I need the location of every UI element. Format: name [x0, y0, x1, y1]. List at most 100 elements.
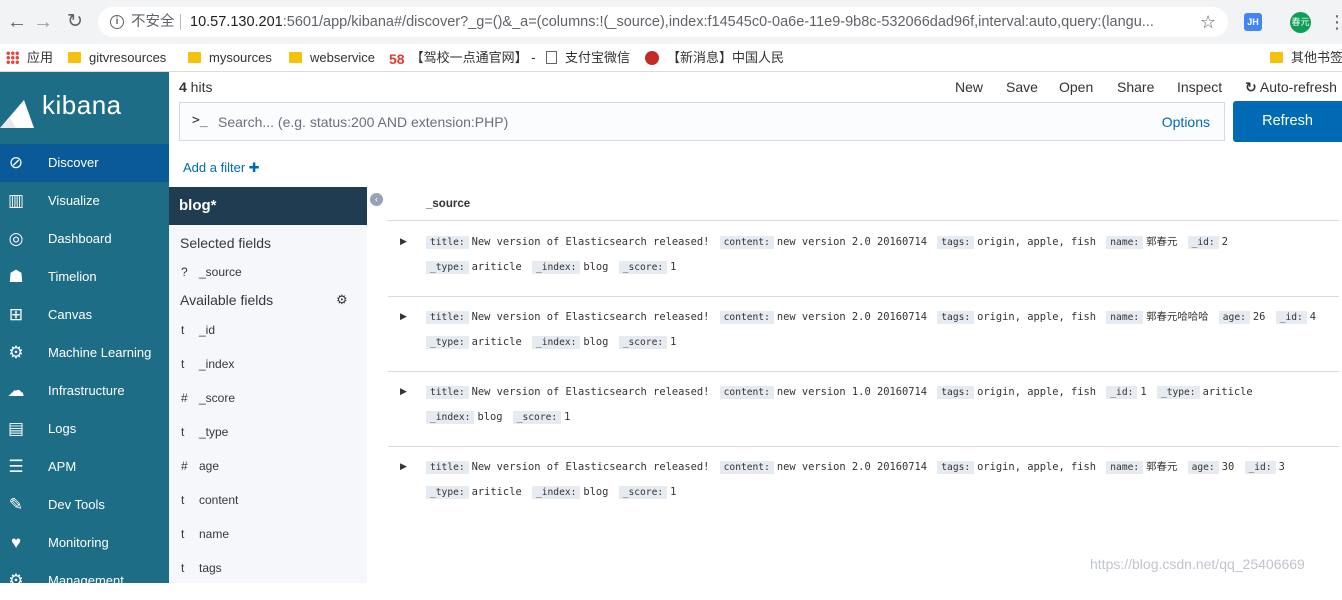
field-item[interactable]: t _type — [181, 425, 228, 439]
field-type-icon: t — [181, 527, 185, 541]
share-button[interactable]: Share — [1117, 79, 1154, 95]
bookmark-gitvresources[interactable]: gitvresources — [68, 49, 166, 67]
bookmark-alipay[interactable]: 支付宝微信 — [546, 49, 630, 67]
source-field-pair: title: New version of Elasticsearch relea… — [426, 461, 709, 474]
hits-label: hits — [186, 79, 213, 95]
source-field-pair: content: new version 1.0 20160714 — [719, 386, 927, 399]
url-text[interactable]: 10.57.130.201:5601/app/kibana#/discover?… — [190, 7, 1190, 37]
reload-icon[interactable]: ↻ — [62, 9, 88, 35]
nav-item-dashboard[interactable]: ◎ Dashboard — [0, 220, 169, 258]
nav-item-machine-learning[interactable]: ⚙ Machine Learning — [0, 334, 169, 372]
kibana-logo[interactable]: kibana — [0, 72, 169, 144]
source-field-pair: age: 30 — [1187, 461, 1234, 474]
source-field-value: 1 — [670, 336, 677, 348]
info-icon[interactable]: i — [110, 15, 124, 29]
bookmark-webservice[interactable]: webservice — [289, 49, 375, 67]
kibana-nav: ⊘ Discover ▥ Visualize ◎ Dashboard ☗ Timelio… — [0, 144, 169, 590]
new-button[interactable]: New — [955, 79, 983, 95]
hits-count: 4 hits — [179, 79, 212, 95]
query-bar[interactable]: >_ Options — [179, 102, 1225, 141]
inspect-button[interactable]: Inspect — [1177, 79, 1222, 95]
nav-item-canvas[interactable]: ⊞ Canvas — [0, 296, 169, 334]
gear-icon[interactable]: ⚙ — [336, 292, 348, 308]
source-field-value: new version 1.0 20160714 — [776, 386, 927, 398]
available-fields-heading: Available fields — [180, 292, 274, 308]
field-item[interactable]: t content — [181, 493, 238, 507]
url-host: 10.57.130.201 — [190, 14, 283, 30]
nav-item-dev-tools[interactable]: ✎ Dev Tools — [0, 486, 169, 524]
auto-refresh-button[interactable]: ↻ Auto-refresh — [1245, 79, 1337, 96]
bookmark-label: gitvresources — [89, 50, 167, 65]
add-filter-link[interactable]: Add a filter ✚ — [183, 160, 260, 176]
expand-row-icon[interactable]: ▶ — [400, 311, 407, 322]
nav-item-discover[interactable]: ⊘ Discover — [0, 144, 169, 182]
field-name: name — [199, 527, 230, 541]
source-field-pair: title: New version of Elasticsearch relea… — [426, 386, 709, 399]
news-site-icon — [645, 50, 659, 65]
nav-item-visualize[interactable]: ▥ Visualize — [0, 182, 169, 220]
source-field-value: ariticle — [1202, 386, 1253, 398]
field-item[interactable]: ? _source — [181, 265, 242, 279]
options-link[interactable]: Options — [1162, 114, 1210, 130]
bookmark-other[interactable]: 其他书签 — [1270, 49, 1342, 67]
source-field-key: title: — [426, 311, 469, 324]
field-name: _type — [199, 425, 229, 439]
source-field-key: _id: — [1275, 311, 1307, 324]
source-field-value: 郭春元 — [1146, 461, 1178, 473]
expand-row-icon[interactable]: ▶ — [400, 236, 407, 247]
source-field-pair: _index: blog — [531, 261, 609, 274]
bookmark-news[interactable]: 【新消息】中国人民 — [645, 49, 784, 67]
bookmark-apps[interactable]: 应用 — [6, 49, 53, 67]
field-name: _id — [199, 323, 216, 337]
expand-row-icon[interactable]: ▶ — [400, 461, 407, 472]
nav-item-label: Discover — [48, 155, 99, 170]
kibana-logo-text: kibana — [42, 90, 122, 120]
folder-icon — [1270, 52, 1283, 64]
bookmark-jiaxiao[interactable]: 58 【驾校一点通官网】 - — [389, 49, 536, 67]
extension-icon[interactable]: JH — [1244, 13, 1262, 31]
search-input[interactable] — [218, 103, 1118, 140]
collapse-sidebar-icon[interactable]: ‹ — [370, 193, 383, 206]
index-pattern-selector[interactable]: blog* — [169, 187, 367, 225]
source-field-value: blog — [583, 261, 609, 273]
bookmark-star-icon[interactable]: ☆ — [1200, 8, 1216, 36]
source-field-key: _type: — [1156, 386, 1200, 399]
nav-item-apm[interactable]: ☰ APM — [0, 448, 169, 486]
field-item[interactable]: t name — [181, 527, 229, 541]
field-item[interactable]: t _index — [181, 357, 234, 371]
source-field-pair: content: new version 2.0 20160714 — [719, 461, 927, 474]
nav-item-timelion[interactable]: ☗ Timelion — [0, 258, 169, 296]
field-item[interactable]: # _score — [181, 391, 235, 405]
site-58-icon: 58 — [389, 50, 405, 67]
forward-arrow-icon[interactable]: → — [30, 9, 56, 35]
nav-item-infrastructure[interactable]: ☁ Infrastructure — [0, 372, 169, 410]
save-button[interactable]: Save — [1006, 79, 1038, 95]
browser-menu-icon[interactable]: ⋮ — [1328, 10, 1342, 34]
source-field-pair: tags: origin, apple, fish — [937, 461, 1096, 474]
canvas-icon: ⊞ — [8, 305, 24, 324]
auto-refresh-label: Auto-refresh — [1259, 79, 1337, 95]
nav-item-label: Canvas — [48, 307, 93, 322]
field-item[interactable]: # age — [181, 459, 219, 473]
profile-avatar[interactable]: 春元 — [1290, 12, 1311, 33]
nav-item-logs[interactable]: ▤ Logs — [0, 410, 169, 448]
field-item[interactable]: t tags — [181, 561, 222, 575]
refresh-button[interactable]: Refresh — [1233, 101, 1342, 142]
nav-item-monitoring[interactable]: ♥ Monitoring — [0, 524, 169, 562]
nav-item-label: APM — [48, 459, 77, 474]
field-item[interactable]: t _id — [181, 323, 215, 337]
source-field-pair: _score: 1 — [512, 411, 570, 424]
field-type-icon: t — [181, 425, 185, 439]
source-field-value: origin, apple, fish — [977, 386, 1097, 398]
page-icon — [546, 51, 557, 65]
address-bar[interactable]: i 不安全 10.57.130.201:5601/app/kibana#/dis… — [98, 7, 1228, 37]
bookmark-mysources[interactable]: mysources — [188, 49, 272, 67]
field-type-icon: ? — [181, 265, 188, 279]
open-button[interactable]: Open — [1059, 79, 1093, 95]
field-list-panel: blog* Selected fields ? _source Available… — [169, 187, 367, 583]
nav-item-management[interactable]: ⚙ Management — [0, 562, 169, 600]
back-arrow-icon[interactable]: ← — [4, 9, 30, 35]
bookmark-label: 其他书签 — [1291, 50, 1342, 65]
expand-row-icon[interactable]: ▶ — [400, 386, 407, 397]
source-field-key: tags: — [937, 461, 975, 474]
